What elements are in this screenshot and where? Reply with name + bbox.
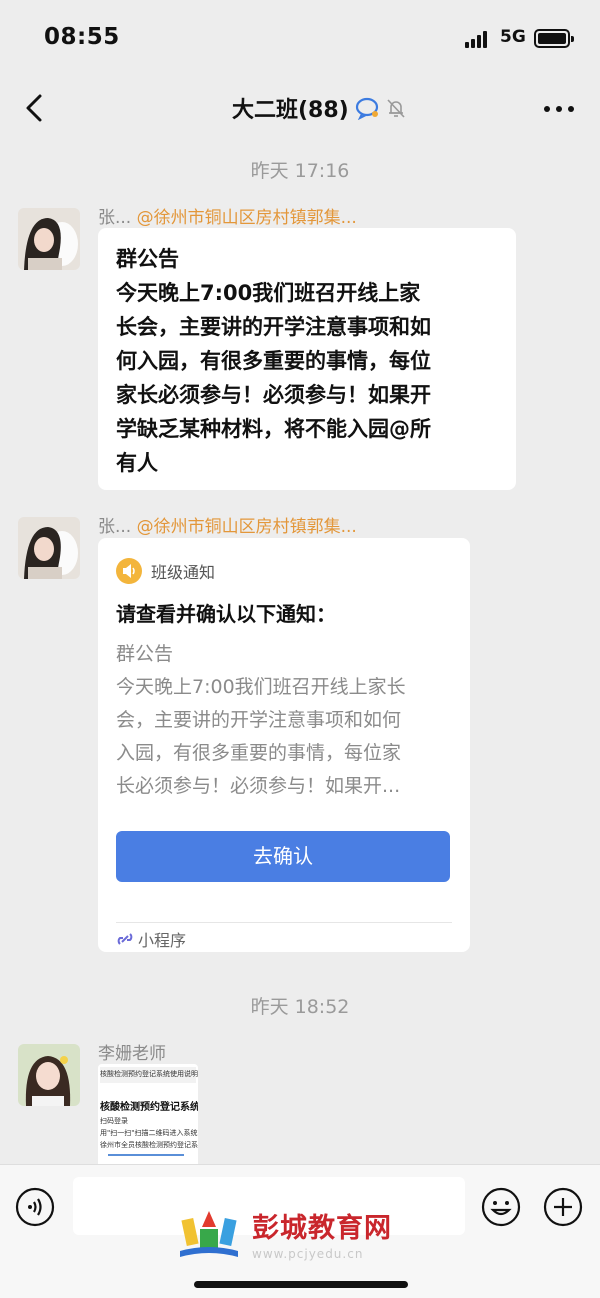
text-message-bubble[interactable]: 群公告 今天晚上7:00我们班召开线上家 长会，主要讲的开学注意事项和如 何入园… <box>98 228 516 490</box>
sender-label: 张... <box>98 208 132 228</box>
message-line: 今天晚上7:00我们班召开线上家 <box>116 281 421 305</box>
card-source-label: 班级通知 <box>151 563 216 582</box>
sender-name: 张... @徐州市铜山区房村镇郭集... <box>98 512 357 537</box>
message-line: 学缺乏某种材料，将不能入园@所 <box>116 417 431 441</box>
back-button[interactable] <box>22 92 46 124</box>
thumb-text: 核酸检测预约登记系统使用说明.pdf <box>100 1070 198 1078</box>
watermark-name: 彭城教育网 <box>252 1213 392 1244</box>
battery-icon <box>534 29 574 48</box>
mini-program-footer: 小程序 <box>116 927 186 951</box>
watermark-logo <box>180 1211 238 1257</box>
card-line: 长必须参与！必须参与！如果开... <box>116 775 401 797</box>
avatar[interactable] <box>18 1044 80 1106</box>
mute-bell-icon <box>387 99 405 118</box>
more-actions-button[interactable] <box>543 1187 583 1227</box>
plus-icon <box>543 1187 583 1227</box>
card-line: 群公告 <box>116 643 174 665</box>
sender-group-nickname: @徐州市铜山区房村镇郭集... <box>136 517 357 537</box>
status-time: 08:55 <box>44 24 120 50</box>
watermark-url: www.pcjyedu.cn <box>252 1247 364 1261</box>
card-line: 今天晚上7:00我们班召开线上家长 <box>116 676 406 698</box>
watermark: 彭城教育网 www.pcjyedu.cn <box>176 1205 392 1261</box>
card-title: 请查看并确认以下通知： <box>116 602 336 626</box>
input-bar: 彭城教育网 www.pcjyedu.cn <box>0 1164 600 1298</box>
message-line: 有人 <box>116 451 158 475</box>
mini-program-link-icon <box>117 933 133 945</box>
more-icon[interactable] <box>544 104 574 114</box>
chat-ai-icon[interactable] <box>355 96 381 120</box>
thumb-text: 扫码登录 <box>100 1117 128 1125</box>
message-line: 长会，主要讲的开学注意事项和如 <box>116 315 431 339</box>
card-line: 入园，有很多重要的事情，每位家 <box>116 742 402 764</box>
voice-button[interactable] <box>15 1187 55 1227</box>
message-line: 群公告 <box>116 247 179 271</box>
signal-icon <box>465 30 493 48</box>
thumb-text: 徐州市全员核酸检测预约登记系统 <box>100 1141 198 1149</box>
voice-icon <box>15 1187 55 1227</box>
thumb-text: 用"扫一扫"扫描二维码进入系统 <box>100 1129 198 1137</box>
avatar[interactable] <box>18 517 80 579</box>
sender-group-nickname: @徐州市铜山区房村镇郭集... <box>136 208 357 228</box>
card-line: 会，主要讲的开学注意事项和如何 <box>116 709 402 731</box>
class-notice-card[interactable]: 班级通知 请查看并确认以下通知： 群公告 今天晚上7:00我们班召开线上家长 会… <box>98 538 470 952</box>
home-indicator[interactable] <box>194 1281 408 1288</box>
sender-name: 张... @徐州市铜山区房村镇郭集... <box>98 203 357 228</box>
chat-header: 大二班(88) <box>0 78 600 140</box>
message-line: 何入园，有很多重要的事情，每位 <box>116 349 431 373</box>
network-type: 5G <box>500 27 526 47</box>
image-message-thumbnail[interactable]: 核酸检测预约登记系统使用说明.pdf 核酸检测预约登记系统使用 扫码登录 用"扫… <box>98 1064 198 1168</box>
message-timestamp: 昨天 17:16 <box>250 160 350 182</box>
avatar[interactable] <box>18 208 80 270</box>
divider <box>116 922 452 923</box>
mini-program-label: 小程序 <box>138 931 187 950</box>
card-header: 班级通知 <box>116 558 215 584</box>
chat-title: 大二班(88) <box>232 98 349 123</box>
sender-label: 张... <box>98 517 132 537</box>
sender-name: 李姗老师 <box>98 1044 166 1064</box>
confirm-button[interactable]: 去确认 <box>116 831 450 882</box>
message-line: 家长必须参与！必须参与！如果开 <box>116 383 431 407</box>
thumb-text: 核酸检测预约登记系统使用 <box>100 1102 198 1113</box>
emoji-icon <box>481 1187 521 1227</box>
message-timestamp: 昨天 18:52 <box>250 996 350 1018</box>
emoji-button[interactable] <box>481 1187 521 1227</box>
card-body: 群公告 今天晚上7:00我们班召开线上家长 会，主要讲的开学注意事项和如何 入园… <box>116 638 456 803</box>
status-bar: 08:55 5G <box>0 0 600 78</box>
back-icon <box>26 94 42 122</box>
notice-megaphone-icon <box>116 558 142 584</box>
